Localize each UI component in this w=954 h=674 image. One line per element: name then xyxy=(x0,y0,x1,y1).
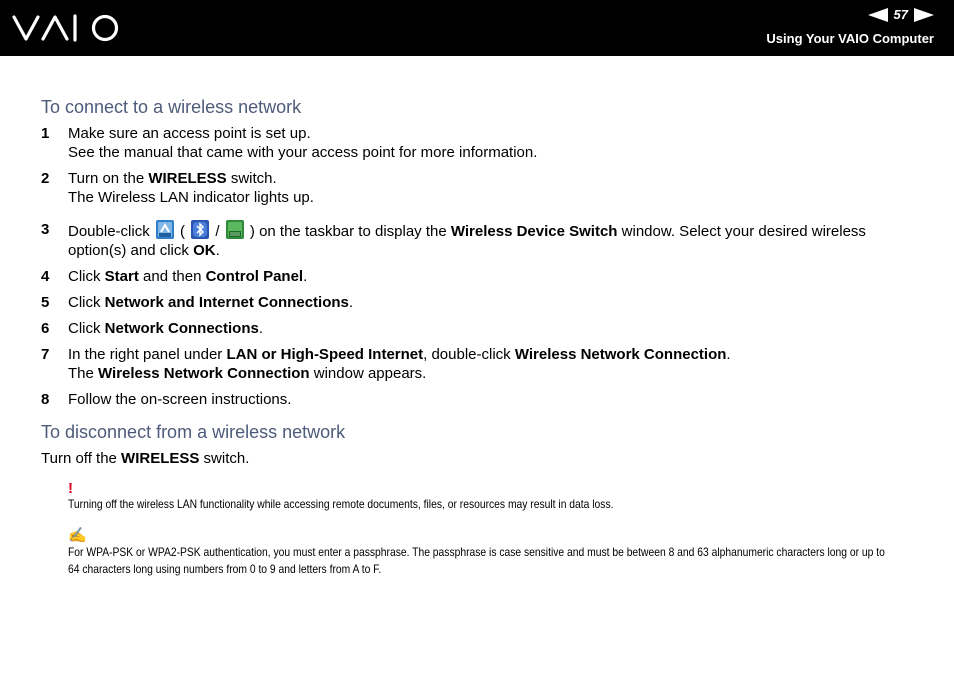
step-text: In the right panel under LAN or High-Spe… xyxy=(68,346,731,363)
left-arrow-icon[interactable] xyxy=(867,7,888,22)
step-number: 2 xyxy=(41,170,50,187)
lan-high-speed-internet-label: LAN or High-Speed Internet xyxy=(226,346,424,363)
header-title: Using Your VAIO Computer xyxy=(766,31,934,46)
pen-note-icon: ✍ xyxy=(68,527,87,544)
warning-icon: ! xyxy=(68,480,73,497)
step-2: 2 Turn on the WIRELESS switch. The Wirel… xyxy=(41,169,921,207)
step-number: 7 xyxy=(41,346,50,363)
page-number: 57 xyxy=(893,7,908,22)
page-content: To connect to a wireless network 1 Make … xyxy=(41,96,921,578)
wireless-lan-switch-icon xyxy=(155,220,174,239)
step-text: Follow the on-screen instructions. xyxy=(68,391,292,408)
section-heading-disconnect: To disconnect from a wireless network xyxy=(41,422,346,442)
wireless-switch-label: WIRELESS xyxy=(121,450,200,467)
start-label: Start xyxy=(104,268,139,285)
step-number: 1 xyxy=(41,125,50,142)
step-text: Click Network Connections. xyxy=(68,320,264,337)
disconnect-instruction: Turn off the WIRELESS switch. xyxy=(41,450,250,467)
page-navigation: 57 xyxy=(867,7,934,22)
step-8: 8 Follow the on-screen instructions. xyxy=(41,390,921,409)
section-heading-connect: To connect to a wireless network xyxy=(41,97,302,117)
step-number: 8 xyxy=(41,391,50,408)
connect-steps-list: 1 Make sure an access point is set up. S… xyxy=(41,124,921,409)
step-number: 4 xyxy=(41,268,50,285)
notes-area: ! Turning off the wireless LAN functiona… xyxy=(68,481,921,578)
step-text: Make sure an access point is set up. xyxy=(68,125,311,142)
step-6: 6 Click Network Connections. xyxy=(41,319,921,338)
vaio-logo xyxy=(12,14,119,42)
page-header: 57 Using Your VAIO Computer xyxy=(0,0,954,56)
bluetooth-switch-icon xyxy=(191,220,210,239)
step-5: 5 Click Network and Internet Connections… xyxy=(41,293,921,312)
wireless-switch-label: WIRELESS xyxy=(148,170,227,187)
network-connections-label: Network Connections xyxy=(104,320,259,337)
step-number: 5 xyxy=(41,294,50,311)
step-text: Click Start and then Control Panel. xyxy=(68,268,308,285)
right-arrow-icon[interactable] xyxy=(914,7,934,22)
ok-label: OK xyxy=(193,242,216,259)
step-text: Click Network and Internet Connections. xyxy=(68,294,354,311)
wireless-network-connection-label: Wireless Network Connection xyxy=(514,346,727,363)
warning-note: Turning off the wireless LAN functionali… xyxy=(68,497,614,511)
step-subtext: The Wireless LAN indicator lights up. xyxy=(68,189,314,206)
wireless-device-switch-label: Wireless Device Switch xyxy=(450,223,618,240)
info-note: For WPA-PSK or WPA2-PSK authentication, … xyxy=(68,545,885,576)
step-subtext: See the manual that came with your acces… xyxy=(68,144,538,161)
step-text: Double-click ( / ) on the taskbar to dis… xyxy=(68,220,921,260)
step-1: 1 Make sure an access point is set up. S… xyxy=(41,124,921,162)
step-subtext: The Wireless Network Connection window a… xyxy=(68,365,427,382)
step-7: 7 In the right panel under LAN or High-S… xyxy=(41,345,921,383)
step-4: 4 Click Start and then Control Panel. xyxy=(41,267,921,286)
step-3: 3 Double-click ( / ) on the taskbar to d… xyxy=(41,220,921,260)
lan-switch-icon xyxy=(225,220,244,239)
network-internet-connections-label: Network and Internet Connections xyxy=(104,294,349,311)
step-number: 3 xyxy=(41,221,50,238)
step-text: Turn on the WIRELESS switch. xyxy=(68,170,277,187)
step-number: 6 xyxy=(41,320,50,337)
control-panel-label: Control Panel xyxy=(205,268,304,285)
